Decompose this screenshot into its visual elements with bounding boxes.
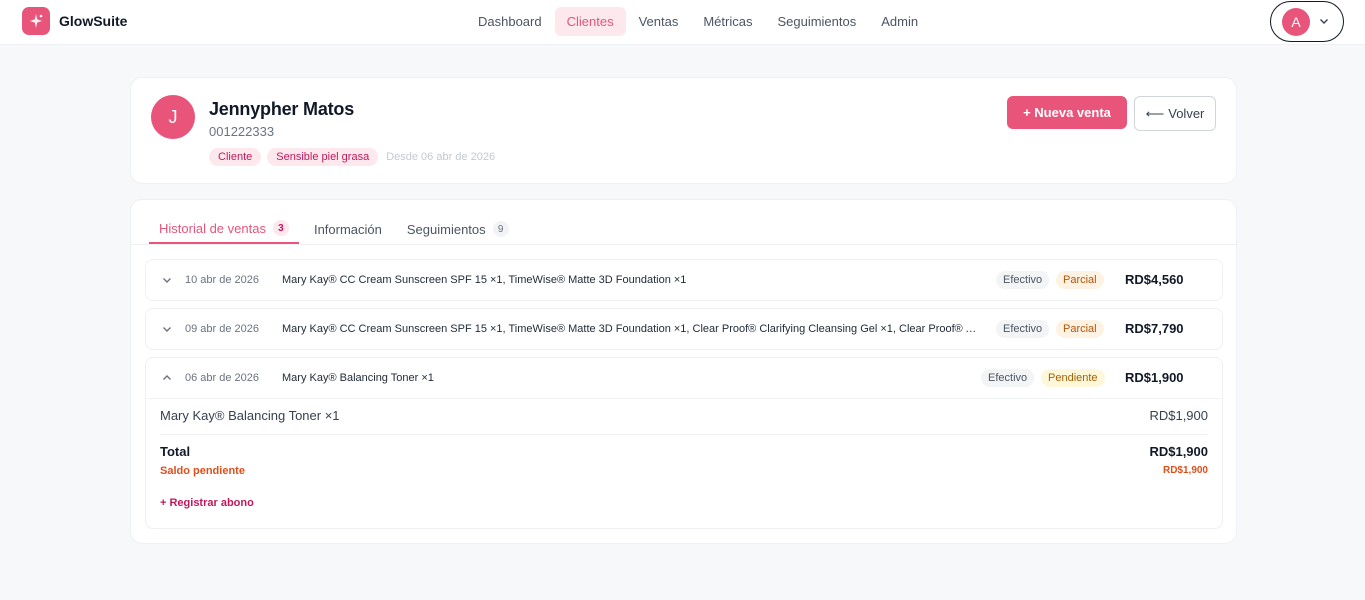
arrow-left-icon: ⟵ [1145,105,1165,121]
sale-items: Mary Kay® Balancing Toner ×1 [282,372,434,384]
payment-method-badge: Efectivo [996,320,1050,338]
chevron-down-icon[interactable] [161,323,173,335]
main-nav: Dashboard Clientes Ventas Métricas Segui… [466,7,931,36]
balance-label: Saldo pendiente [160,465,245,477]
sale-amount: RD$4,560 [1125,272,1184,287]
nav-item-admin[interactable]: Admin [869,7,930,36]
sale-items: Mary Kay® CC Cream Sunscreen SPF 15 ×1, … [282,274,687,286]
total-amount: RD$1,900 [1149,444,1208,459]
nav-item-ventas[interactable]: Ventas [627,7,691,36]
new-sale-button[interactable]: + Nueva venta [1007,96,1127,129]
sale-date: 09 abr de 2026 [185,323,260,335]
chevron-up-icon[interactable] [161,372,173,384]
payment-method-badge: Efectivo [981,369,1035,387]
status-badge: Parcial [1056,271,1104,289]
tab-follow-ups[interactable]: Seguimientos 9 [397,214,519,244]
brand-name[interactable]: GlowSuite [59,13,127,29]
client-profile-card: J Jennypher Matos 001222333 Cliente Sens… [130,77,1237,184]
user-avatar: A [1282,8,1310,36]
sale-amount: RD$7,790 [1125,321,1184,336]
sales-history-card: Historial de ventas 3 Información Seguim… [130,199,1238,544]
detail-line-item: Mary Kay® Balancing Toner ×1 [160,408,340,423]
tab-label: Historial de ventas [159,220,266,236]
client-avatar: J [151,95,195,139]
divider [160,434,1208,435]
back-button-label: Volver [1168,106,1205,121]
sale-date: 06 abr de 2026 [185,372,260,384]
tab-information[interactable]: Información [304,214,392,244]
user-menu-button[interactable]: A [1270,1,1344,42]
tab-sales-history[interactable]: Historial de ventas 3 [149,214,299,244]
chevron-down-icon[interactable] [161,274,173,286]
back-button[interactable]: ⟵ Volver [1134,96,1216,131]
tag-cliente: Cliente [209,148,262,166]
top-navigation-bar: GlowSuite Dashboard Clientes Ventas Métr… [0,0,1365,45]
register-payment-button[interactable]: + Registrar abono [160,497,254,509]
client-since: Desde 06 abr de 2026 [386,151,496,163]
sale-amount: RD$1,900 [1125,370,1184,385]
tab-label: Información [313,221,382,237]
tab-count-badge: 3 [272,220,289,236]
nav-item-dashboard[interactable]: Dashboard [466,7,554,36]
nav-item-clientes[interactable]: Clientes [554,7,626,36]
tabs-divider [131,244,1238,245]
client-id-number: 001222333 [209,124,275,139]
sale-row[interactable]: 10 abr de 2026 Mary Kay® CC Cream Sunscr… [145,259,1223,301]
chevron-down-icon [1320,19,1328,24]
sale-row[interactable]: 09 abr de 2026 Mary Kay® CC Cream Sunscr… [145,308,1223,350]
detail-line-amount: RD$1,900 [1149,408,1208,423]
sale-row-expanded[interactable]: 06 abr de 2026 Mary Kay® Balancing Toner… [145,357,1223,529]
client-name: Jennypher Matos [209,99,355,119]
tab-label: Seguimientos [406,221,486,237]
total-label: Total [160,444,191,459]
sale-date: 10 abr de 2026 [185,274,260,286]
client-tags: Cliente Sensible piel grasa Desde 06 abr… [209,148,495,166]
status-badge: Pendiente [1041,369,1105,387]
sparkle-icon[interactable] [22,7,50,35]
nav-item-metricas[interactable]: Métricas [691,7,764,36]
tabs: Historial de ventas 3 Información Seguim… [149,214,524,244]
balance-amount: RD$1,900 [1162,465,1208,476]
tag-skin-type: Sensible piel grasa [267,148,379,166]
payment-method-badge: Efectivo [996,271,1050,289]
status-badge: Parcial [1056,320,1104,338]
divider [146,398,1222,399]
tab-count-badge: 9 [492,221,509,237]
sale-items: Mary Kay® CC Cream Sunscreen SPF 15 ×1, … [282,323,982,335]
nav-item-seguimientos[interactable]: Seguimientos [765,7,868,36]
